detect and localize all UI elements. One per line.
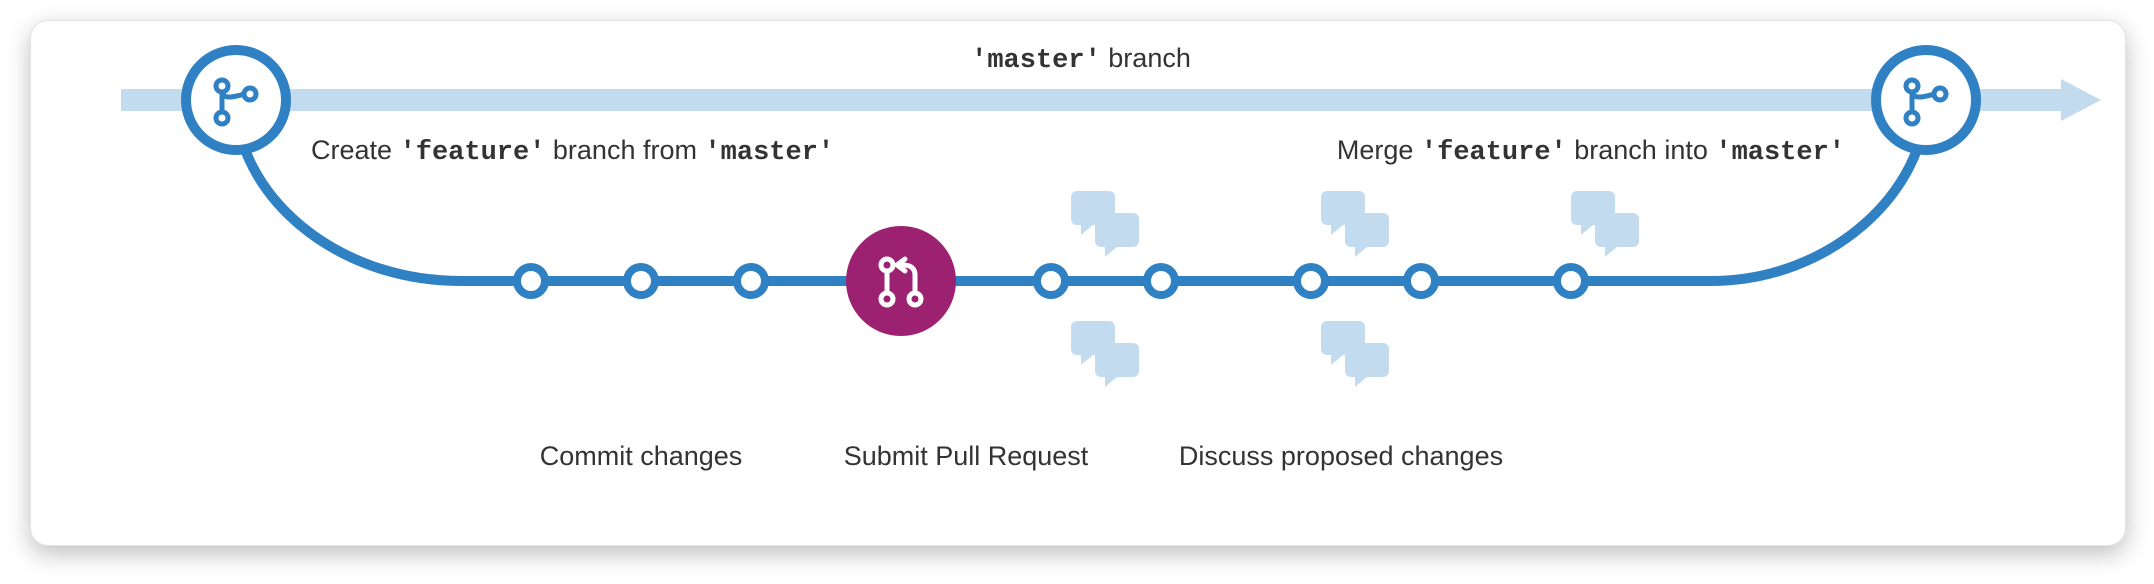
master-branch-arrow [121, 79, 2101, 121]
code-text: 'feature' [1421, 138, 1567, 168]
merge-branch-label: Merge 'feature' branch into 'master' [1337, 135, 1845, 168]
git-flow-diagram-card: 'master' branch Create 'feature' branch … [30, 20, 2126, 546]
discussion-icon [1321, 191, 1389, 257]
commit-dot [1037, 267, 1065, 295]
plain-text: branch from [553, 135, 697, 165]
code-text: 'master' [704, 138, 834, 168]
plain-text: branch into [1574, 135, 1708, 165]
commit-dot [627, 267, 655, 295]
git-merge-end-node [1876, 50, 1976, 150]
pull-request-node [846, 226, 956, 336]
commit-dot [1407, 267, 1435, 295]
discussion-icon [1321, 321, 1389, 387]
commit-changes-label: Commit changes [540, 441, 743, 472]
discussion-icon [1571, 191, 1639, 257]
commit-dot [1147, 267, 1175, 295]
discussion-icon [1071, 191, 1139, 257]
git-branch-start-node [186, 50, 286, 150]
submit-pr-label: Submit Pull Request [844, 441, 1089, 472]
discussion-icon [1071, 321, 1139, 387]
commit-dot [1297, 267, 1325, 295]
code-text: 'master' [971, 46, 1101, 76]
code-text: 'master' [1715, 138, 1845, 168]
create-branch-label: Create 'feature' branch from 'master' [311, 135, 834, 168]
master-branch-label: 'master' branch [971, 43, 1191, 76]
commit-dot [737, 267, 765, 295]
plain-text: Merge [1337, 135, 1414, 165]
commit-dot [517, 267, 545, 295]
plain-text: Create [311, 135, 392, 165]
code-text: 'feature' [400, 138, 546, 168]
discuss-changes-label: Discuss proposed changes [1179, 441, 1503, 472]
commit-dot [1557, 267, 1585, 295]
plain-text: branch [1108, 43, 1191, 73]
